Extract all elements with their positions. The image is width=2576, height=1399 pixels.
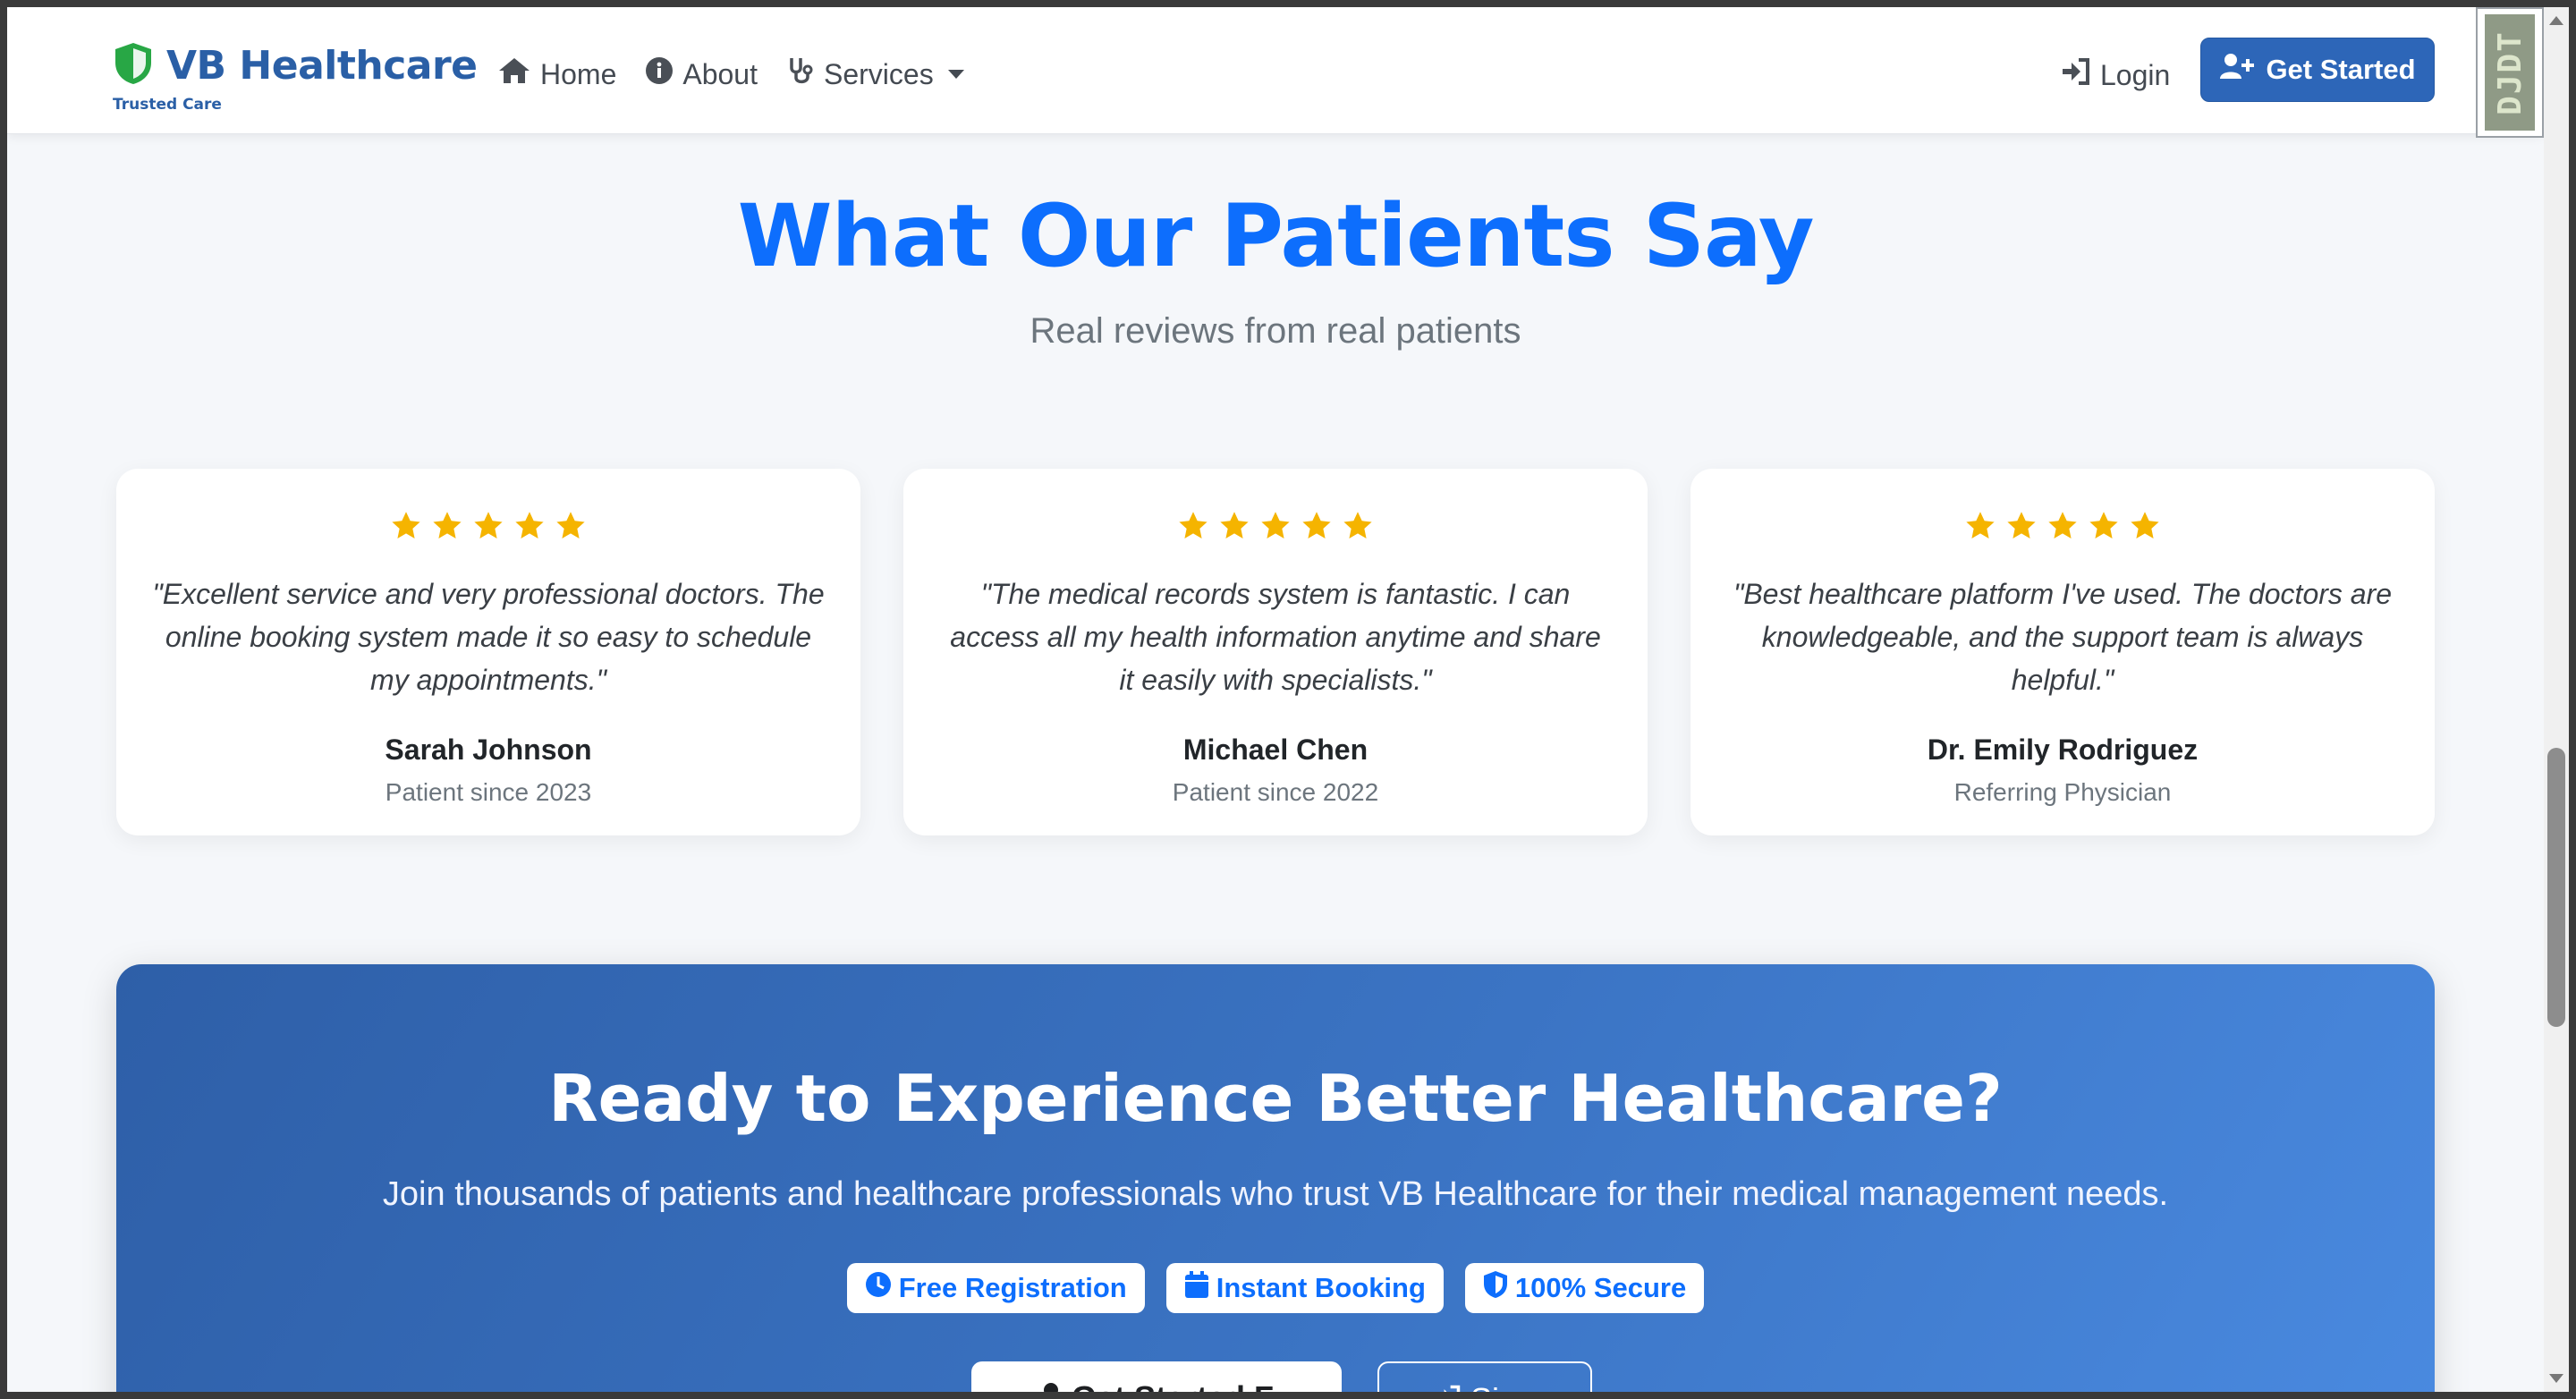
- chevron-down-icon: [947, 70, 964, 79]
- browser-viewport: VB Healthcare Trusted Care Home About Se…: [7, 7, 2544, 1392]
- testimonials-title: What Our Patients Say: [737, 186, 1815, 286]
- testimonial-role: Patient since 2023: [385, 778, 592, 806]
- get-started-button[interactable]: Get Started: [2200, 38, 2435, 102]
- testimonial-quote: "Best healthcare platform I've used. The…: [1733, 578, 2393, 696]
- user-icon: [1039, 1379, 1063, 1392]
- star-rating: [1690, 510, 2435, 542]
- cta-title: Ready to Experience Better Healthcare?: [548, 1061, 2003, 1136]
- brand-name: VB Healthcare: [166, 43, 478, 89]
- badge-free-registration-label: Free Registration: [898, 1272, 1127, 1303]
- nav-home[interactable]: Home: [497, 56, 616, 92]
- cta-feature-badges: Free Registration Instant Booking 100% S…: [116, 1263, 2435, 1313]
- cta-sign-in-label: Sign: [1470, 1381, 1535, 1392]
- nav-about[interactable]: About: [645, 56, 758, 92]
- sign-in-icon: [2061, 57, 2100, 93]
- calendar-icon: [1184, 1270, 1216, 1306]
- page-scrollbar[interactable]: [2544, 7, 2569, 1392]
- star-icon: [2128, 510, 2162, 542]
- star-icon: [1176, 510, 1210, 542]
- cta-get-started-label: Get Started F: [1072, 1379, 1274, 1392]
- testimonial-card: "Excellent service and very professional…: [116, 469, 860, 835]
- star-icon: [2004, 510, 2038, 542]
- brand-logo[interactable]: VB Healthcare Trusted Care: [113, 41, 478, 114]
- star-icon: [389, 510, 423, 542]
- sign-in-icon: [1435, 1381, 1462, 1392]
- top-navbar: VB Healthcare Trusted Care Home About Se…: [7, 7, 2544, 138]
- stethoscope-icon: [786, 55, 824, 93]
- star-icon: [1300, 510, 1334, 542]
- testimonial-quote: "The medical records system is fantastic…: [950, 578, 1601, 696]
- shield-icon: [1483, 1270, 1515, 1306]
- nav-services-label: Services: [823, 57, 934, 90]
- info-icon: [645, 56, 682, 92]
- badge-secure: 100% Secure: [1464, 1263, 1705, 1313]
- cta-get-started-button[interactable]: Get Started F: [971, 1361, 1342, 1392]
- cta-sign-in-button[interactable]: Sign: [1377, 1361, 1592, 1392]
- testimonial-quote: "Excellent service and very professional…: [152, 578, 825, 696]
- scroll-down-icon[interactable]: [2549, 1374, 2563, 1383]
- get-started-label: Get Started: [2266, 54, 2416, 85]
- star-icon: [471, 510, 505, 542]
- testimonial-card: "Best healthcare platform I've used. The…: [1690, 469, 2435, 835]
- clock-icon: [865, 1271, 899, 1305]
- star-rating: [116, 510, 860, 542]
- shield-check-icon: [113, 41, 154, 90]
- nav-services-dropdown[interactable]: Services: [786, 55, 964, 93]
- login-label: Login: [2100, 58, 2171, 91]
- badge-instant-booking-label: Instant Booking: [1216, 1272, 1426, 1303]
- testimonial-role: Referring Physician: [1953, 778, 2172, 806]
- testimonial-card: "The medical records system is fantastic…: [903, 469, 1648, 835]
- star-icon: [430, 510, 464, 542]
- cta-banner: Ready to Experience Better Healthcare? J…: [116, 964, 2435, 1392]
- debug-toolbar-toggle[interactable]: DJDT: [2476, 7, 2544, 138]
- star-icon: [1963, 510, 1997, 542]
- star-icon: [2046, 510, 2080, 542]
- star-icon: [1217, 510, 1251, 542]
- star-icon: [554, 510, 588, 542]
- nav-home-label: Home: [540, 57, 617, 90]
- star-icon: [513, 510, 547, 542]
- nav-links: Home About Services: [497, 55, 993, 93]
- testimonial-name: Michael Chen: [1182, 733, 1368, 766]
- brand-tagline: Trusted Care: [113, 96, 222, 114]
- testimonial-name: Sarah Johnson: [385, 733, 592, 766]
- badge-free-registration: Free Registration: [846, 1263, 1145, 1313]
- login-link[interactable]: Login: [2061, 57, 2170, 93]
- badge-instant-booking: Instant Booking: [1165, 1263, 1444, 1313]
- nav-about-label: About: [682, 57, 758, 90]
- star-icon: [1341, 510, 1375, 542]
- star-rating: [903, 510, 1648, 542]
- testimonial-name: Dr. Emily Rodriguez: [1927, 733, 2199, 766]
- star-icon: [1258, 510, 1292, 542]
- scroll-thumb[interactable]: [2547, 748, 2565, 1027]
- scroll-up-icon[interactable]: [2549, 16, 2563, 25]
- badge-secure-label: 100% Secure: [1514, 1272, 1687, 1303]
- debug-toolbar-label: DJDT: [2491, 30, 2529, 115]
- testimonial-role: Patient since 2022: [1172, 778, 1379, 806]
- cta-text: Join thousands of patients and healthcar…: [382, 1175, 2169, 1213]
- star-icon: [2087, 510, 2121, 542]
- testimonials-subtitle: Real reviews from real patients: [1030, 311, 1521, 351]
- home-icon: [497, 56, 540, 92]
- user-plus-icon: [2219, 52, 2266, 88]
